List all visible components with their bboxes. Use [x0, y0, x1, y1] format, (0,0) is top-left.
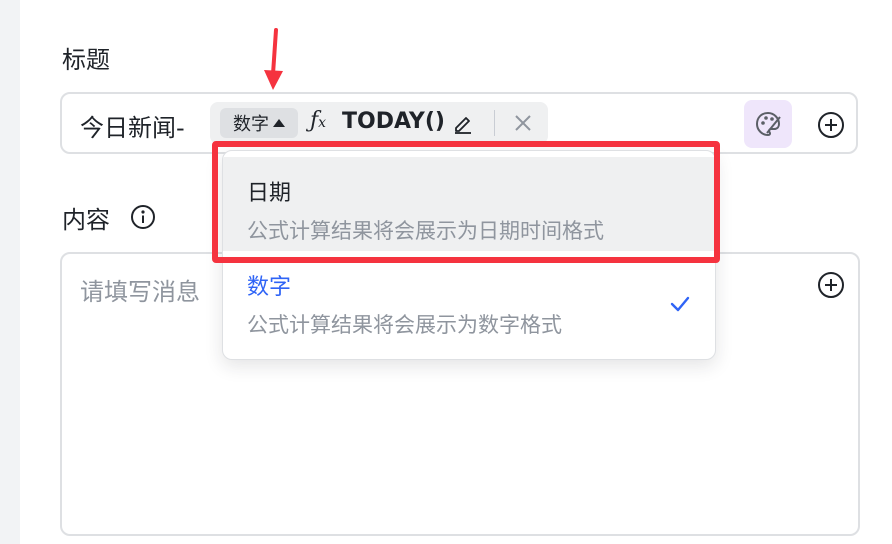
- palette-icon: [755, 111, 781, 137]
- menu-option-number[interactable]: 数字 公式计算结果将会展示为数字格式: [223, 251, 715, 345]
- result-type-dropdown[interactable]: 数字: [220, 108, 298, 138]
- fx-icon: ƒx: [310, 108, 327, 133]
- arrow-down-annotation: [264, 28, 283, 90]
- chip-divider: [494, 110, 495, 136]
- caret-up-icon: [273, 119, 285, 127]
- title-label: 标题: [62, 46, 110, 74]
- add-circle-icon[interactable]: [816, 110, 846, 140]
- close-icon[interactable]: [512, 112, 534, 134]
- left-sidebar-strip: [0, 0, 20, 544]
- content-placeholder: 请填写消息: [80, 278, 200, 306]
- title-prefix-text: 今日新闻-: [80, 114, 185, 142]
- option-title: 数字: [247, 275, 292, 300]
- result-type-label: 数字: [233, 114, 269, 135]
- annotation-highlight-box: [212, 141, 720, 263]
- option-description: 公式计算结果将会展示为数字格式: [247, 313, 562, 337]
- formula-text[interactable]: TODAY(): [342, 109, 445, 134]
- add-circle-icon[interactable]: [816, 270, 846, 300]
- content-label: 内容: [62, 206, 110, 234]
- edit-icon[interactable]: [452, 112, 474, 134]
- info-icon[interactable]: [130, 204, 156, 230]
- formula-chip[interactable]: 数字 ƒx TODAY(): [210, 102, 548, 144]
- checkmark-icon: [670, 296, 690, 312]
- style-button[interactable]: [744, 100, 792, 148]
